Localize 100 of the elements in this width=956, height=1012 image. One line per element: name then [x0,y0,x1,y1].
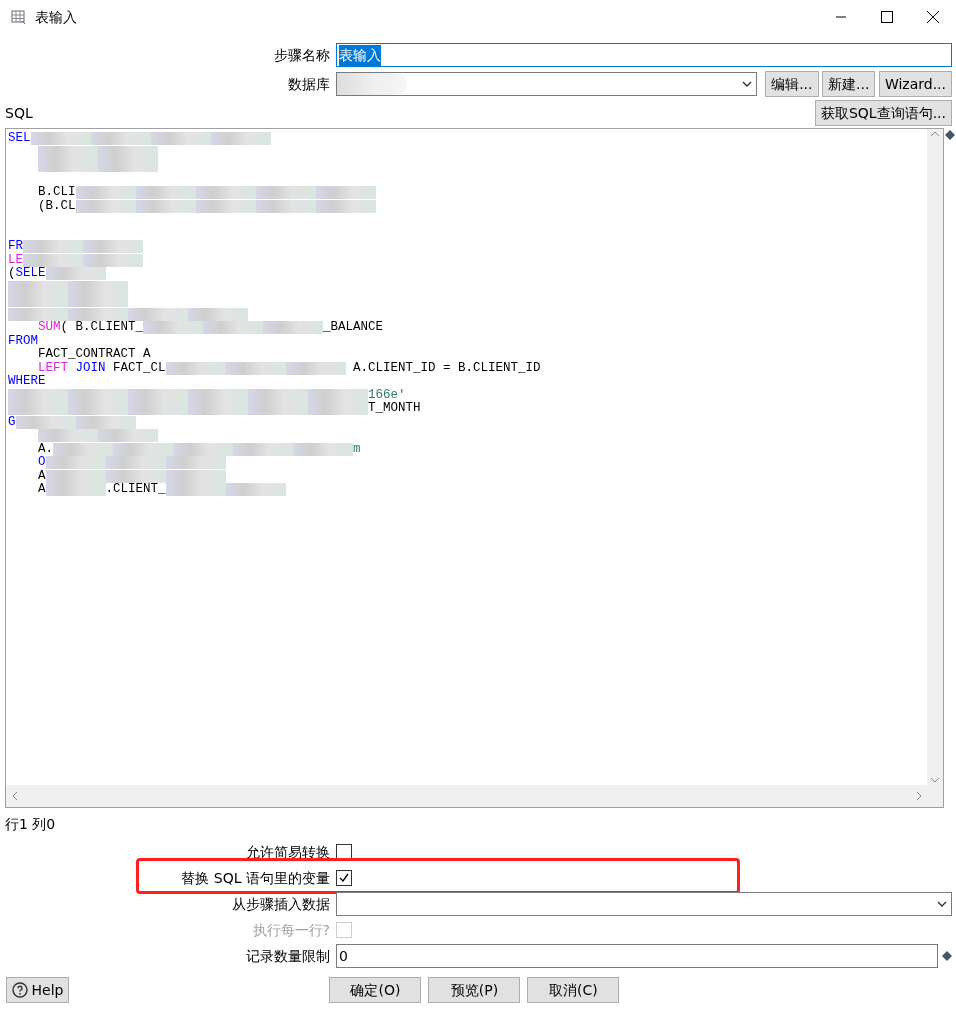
pixelated-area [203,321,264,334]
pixelated-area [225,483,286,496]
variable-icon [942,951,952,961]
pixelated-area [255,186,316,199]
code-text: FROM [8,333,38,348]
pixelated-area [75,199,136,213]
pixelated-area [98,145,158,159]
code-text: A.CLIENT_ID = B.CLIENT_ID [352,360,541,375]
cursor-position: 行1 列0 [5,815,57,834]
pixelated-area [135,199,196,213]
pixelated-area [225,361,286,375]
pixelated-area [68,388,128,402]
sql-label: SQL [5,103,33,123]
pixelated-area [165,456,226,469]
pixelated-area [210,132,271,145]
pixelated-area [38,429,98,442]
database-dropdown[interactable] [336,72,757,96]
pixelated-area [53,442,113,456]
pixelated-area [113,442,173,456]
pixelated-area [8,280,68,294]
code-text: FACT_CL [112,360,166,375]
pixelated-area [285,361,346,375]
code-text: m [353,441,361,456]
dialog-button[interactable]: 确定(O) [329,977,422,1003]
fetch-sql-button[interactable]: 获取SQL查询语句... [814,100,952,126]
pixelated-area [195,186,256,199]
code-text: T_MONTH [368,401,421,415]
pixelated-area [98,159,158,172]
code-text: B.CLI [38,185,76,199]
field-label: 步骤名称 [273,45,330,65]
step-name-field[interactable]: 表输入 [336,43,952,67]
pixelated-area [150,132,211,145]
pixelated-area [45,469,106,483]
pixelated-area [248,388,308,402]
pixelated-area [38,159,98,172]
step-dropdown[interactable] [336,892,952,916]
pixelated-area [23,253,83,267]
code-text: .CLIENT_ [105,482,166,496]
pixelated-area [315,186,376,199]
pixelated-area [83,240,143,253]
pixelated-area [30,132,91,145]
code-text: (B.CL [38,198,76,213]
code-text: SELE [15,266,46,280]
pixelated-area [255,199,316,213]
database-button[interactable]: Wizard... [878,71,952,97]
field-label: 记录数量限制 [245,946,330,966]
pixelated-area [128,388,188,402]
horizontal-scrollbar[interactable] [6,785,927,807]
scroll-down-icon [930,775,940,785]
pixelated-area [263,321,324,334]
pixelated-area [75,186,136,199]
pixelated-area [45,456,106,469]
pixelated-area [188,307,248,321]
maximize-icon [881,11,893,23]
variable-icon [945,130,955,140]
pixelated-area [75,415,136,429]
dialog-button[interactable]: 预览(P) [428,977,521,1003]
code-text: A [38,482,46,496]
field-label: 执行每一行? [251,920,330,940]
pixelated-area [308,402,368,415]
code-text: _BALANCE [323,320,384,334]
vertical-scrollbar[interactable] [927,129,943,785]
pixelated-area [68,402,128,415]
code-text: O [38,455,46,469]
pixelated-area [195,199,256,213]
code-text: A [38,468,46,483]
code-text: LE [8,252,23,267]
code-text: 166e' [368,387,406,402]
pixelated-area [98,429,158,442]
limit-field[interactable]: 0 [336,944,938,968]
database-button[interactable]: 编辑... [765,71,819,97]
dialog-button[interactable]: 取消(C) [527,977,620,1003]
database-button[interactable]: 新建... [822,71,876,97]
pixelated-area [45,267,106,280]
code-text: JOIN [74,360,106,375]
pixelated-area [105,469,166,483]
pixelated-area [68,294,128,307]
pixelated-area [293,442,353,456]
pixelated-area [38,145,98,159]
code-text: FACT_CONTRACT A [38,347,151,361]
pixelated-area [128,402,188,415]
pixelated-area [143,321,204,334]
scroll-up-icon [930,129,940,139]
pixelated-area [135,186,196,199]
pixelated-area [23,240,83,253]
pixelated-area [8,388,68,402]
pixelated-area [188,388,248,402]
pixelated-area [68,307,128,321]
pixelated-area [68,280,128,294]
pixelated-area [165,469,226,483]
code-text: FR [8,239,23,253]
code-text: A. [38,441,53,456]
code-text: SUM [38,320,61,334]
checkbox[interactable] [336,870,352,886]
pixelated-area [233,442,293,456]
checkmark-icon [338,872,350,884]
field-label: 从步骤插入数据 [231,894,330,914]
field-label: 替换 SQL 语句里的变量 [180,868,330,888]
close-icon [927,11,939,23]
help-button[interactable]: Help [6,977,70,1003]
